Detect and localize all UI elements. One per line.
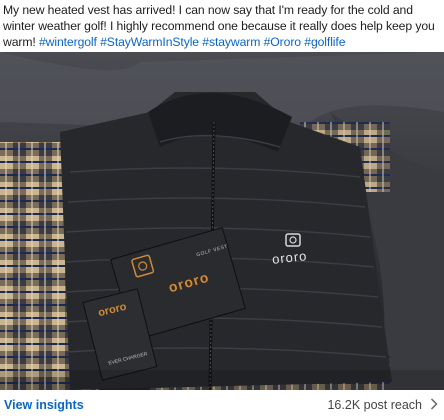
post-footer: View insights 16.2K post reach — [0, 390, 444, 420]
post-image[interactable]: ororo ororo GOLF VEST ororo EVER CHARGER — [0, 52, 444, 390]
hashtag-staywarm[interactable]: #staywarm — [202, 35, 260, 49]
hashtag-golflife[interactable]: #golflife — [304, 35, 345, 49]
post-reach[interactable]: 16.2K post reach — [327, 397, 438, 413]
hashtag-staywarminstyle[interactable]: #StayWarmInStyle — [100, 35, 199, 49]
hashtag-ororo[interactable]: #Ororo — [264, 35, 301, 49]
post-caption: My new heated vest has arrived! I can no… — [3, 2, 441, 50]
view-insights-link[interactable]: View insights — [4, 398, 84, 412]
chevron-right-icon — [430, 397, 438, 413]
hashtag-wintergolf[interactable]: #wintergolf — [39, 35, 97, 49]
post-reach-label: 16.2K post reach — [327, 398, 422, 412]
